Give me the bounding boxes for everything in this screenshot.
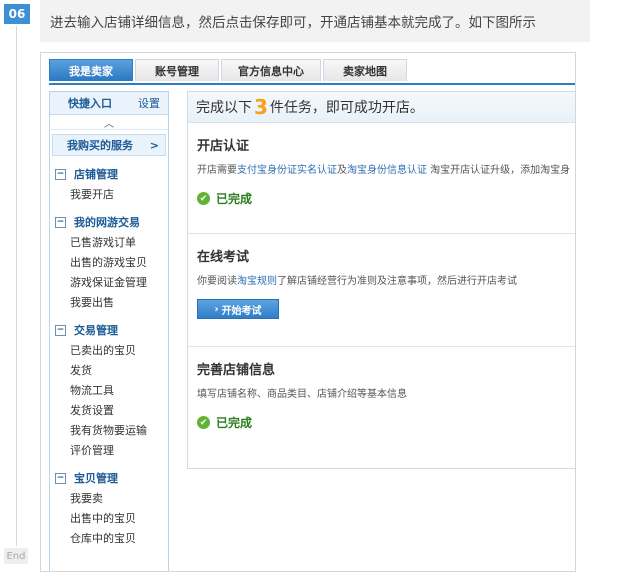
group-title: 交易管理 [74, 324, 118, 337]
group-header[interactable]: − 宝贝管理 [50, 468, 168, 488]
collapse-minus-icon[interactable]: − [55, 216, 66, 228]
step-timeline [16, 26, 17, 546]
sidebar-item[interactable]: 评价管理 [50, 440, 168, 460]
check-circle-icon: ✔ [197, 416, 210, 429]
status-completed: ✔ 已完成 [197, 190, 568, 207]
task-header: 完成以下 3 件任务，即可成功开店。 [188, 92, 575, 123]
group-trade: − 交易管理 已卖出的宝贝 发货 物流工具 发货设置 我有货物要运输 评价管理 [50, 320, 168, 460]
status-completed: ✔ 已完成 [197, 414, 568, 431]
sidebar-item[interactable]: 我有货物要运输 [50, 420, 168, 440]
sidebar: 快捷入口 设置 ︿ 我购买的服务 > − 店铺管理 我要开店 − 我的网游交易 … [49, 91, 169, 571]
section-title: 完善店铺信息 [197, 363, 276, 378]
settings-link[interactable]: 设置 [138, 95, 160, 111]
sidebar-item[interactable]: 我要卖 [50, 488, 168, 508]
group-shop: − 店铺管理 我要开店 [50, 164, 168, 204]
tab-seller-map[interactable]: 卖家地图 [323, 59, 407, 81]
start-exam-button[interactable]: › 开始考试 [197, 299, 279, 319]
sidebar-item[interactable]: 发货 [50, 360, 168, 380]
group-header[interactable]: − 我的网游交易 [50, 212, 168, 232]
tab-account[interactable]: 账号管理 [135, 59, 219, 81]
group-title: 店铺管理 [74, 168, 118, 181]
alipay-auth-link[interactable]: 支付宝身份证实名认证 [237, 165, 337, 176]
screenshot-frame: 我是卖家 账号管理 官方信息中心 卖家地图 快捷入口 设置 ︿ 我购买的服务 >… [40, 52, 576, 572]
top-nav: 我是卖家 账号管理 官方信息中心 卖家地图 [49, 59, 575, 85]
section-shop-info: 完善店铺信息 填写店铺名称、商品类目、店铺介绍等基本信息 ✔ 已完成 [188, 347, 575, 467]
section-title: 开店认证 [197, 139, 250, 154]
section-title: 在线考试 [197, 250, 250, 265]
sidebar-item[interactable]: 游戏保证金管理 [50, 272, 168, 292]
collapse-minus-icon[interactable]: − [55, 472, 66, 484]
task-header-suffix: 件任务，即可成功开店。 [269, 100, 424, 116]
chevron-right-icon: > [149, 138, 159, 152]
chevron-right-icon: › [214, 303, 219, 315]
sidebar-item[interactable]: 物流工具 [50, 380, 168, 400]
sidebar-item[interactable]: 发货设置 [50, 400, 168, 420]
section-desc: 填写店铺名称、商品类目、店铺介绍等基本信息 [197, 389, 407, 400]
main-panel: 完成以下 3 件任务，即可成功开店。 开店认证 开店需要支付宝身份证实名认证及淘… [187, 91, 575, 469]
check-circle-icon: ✔ [197, 192, 210, 205]
collapse-minus-icon[interactable]: − [55, 168, 66, 180]
step-number-badge: 06 [4, 4, 30, 24]
sidebar-item[interactable]: 我要开店 [50, 184, 168, 204]
instruction-text: 进去输入店铺详细信息，然后点击保存即可，开通店铺基本就完成了。如下图所示 [40, 0, 590, 42]
sidebar-item[interactable]: 出售中的宝贝 [50, 508, 168, 528]
tab-official-info[interactable]: 官方信息中心 [221, 59, 321, 81]
collapse-minus-icon[interactable]: − [55, 324, 66, 336]
group-header[interactable]: − 店铺管理 [50, 164, 168, 184]
sidebar-item[interactable]: 仓库中的宝贝 [50, 528, 168, 548]
tab-seller[interactable]: 我是卖家 [49, 59, 133, 81]
task-header-prefix: 完成以下 [196, 100, 252, 116]
section-online-exam: 在线考试 你要阅读淘宝规则了解店铺经营行为准则及注意事项，然后进行开店考试 › … [188, 234, 575, 347]
end-badge: End [4, 548, 28, 564]
chevron-up-icon[interactable]: ︿ [50, 115, 168, 130]
taobao-rules-link[interactable]: 淘宝规则 [237, 276, 277, 287]
purchased-services-button[interactable]: 我购买的服务 > [52, 134, 166, 156]
sidebar-item[interactable]: 我要出售 [50, 292, 168, 312]
group-game-trade: − 我的网游交易 已售游戏订单 出售的游戏宝贝 游戏保证金管理 我要出售 [50, 212, 168, 312]
taobao-auth-link[interactable]: 淘宝身份信息认证 [347, 165, 427, 176]
task-count: 3 [254, 95, 268, 119]
group-items: − 宝贝管理 我要卖 出售中的宝贝 仓库中的宝贝 [50, 468, 168, 548]
section-desc: 你要阅读淘宝规则了解店铺经营行为准则及注意事项，然后进行开店考试 [197, 276, 517, 287]
section-shop-auth: 开店认证 开店需要支付宝身份证实名认证及淘宝身份信息认证 淘宝开店认证升级，添加… [188, 123, 575, 234]
services-label: 我购买的服务 [67, 139, 133, 152]
section-desc: 开店需要支付宝身份证实名认证及淘宝身份信息认证 淘宝开店认证升级，添加淘宝身 [197, 165, 571, 176]
group-header[interactable]: − 交易管理 [50, 320, 168, 340]
sidebar-item[interactable]: 出售的游戏宝贝 [50, 252, 168, 272]
quick-entry-label: 快捷入口 [68, 97, 112, 110]
sidebar-item[interactable]: 已售游戏订单 [50, 232, 168, 252]
group-title: 我的网游交易 [74, 216, 140, 229]
group-title: 宝贝管理 [74, 472, 118, 485]
quick-entry-bar: 快捷入口 设置 [50, 92, 168, 115]
sidebar-item[interactable]: 已卖出的宝贝 [50, 340, 168, 360]
